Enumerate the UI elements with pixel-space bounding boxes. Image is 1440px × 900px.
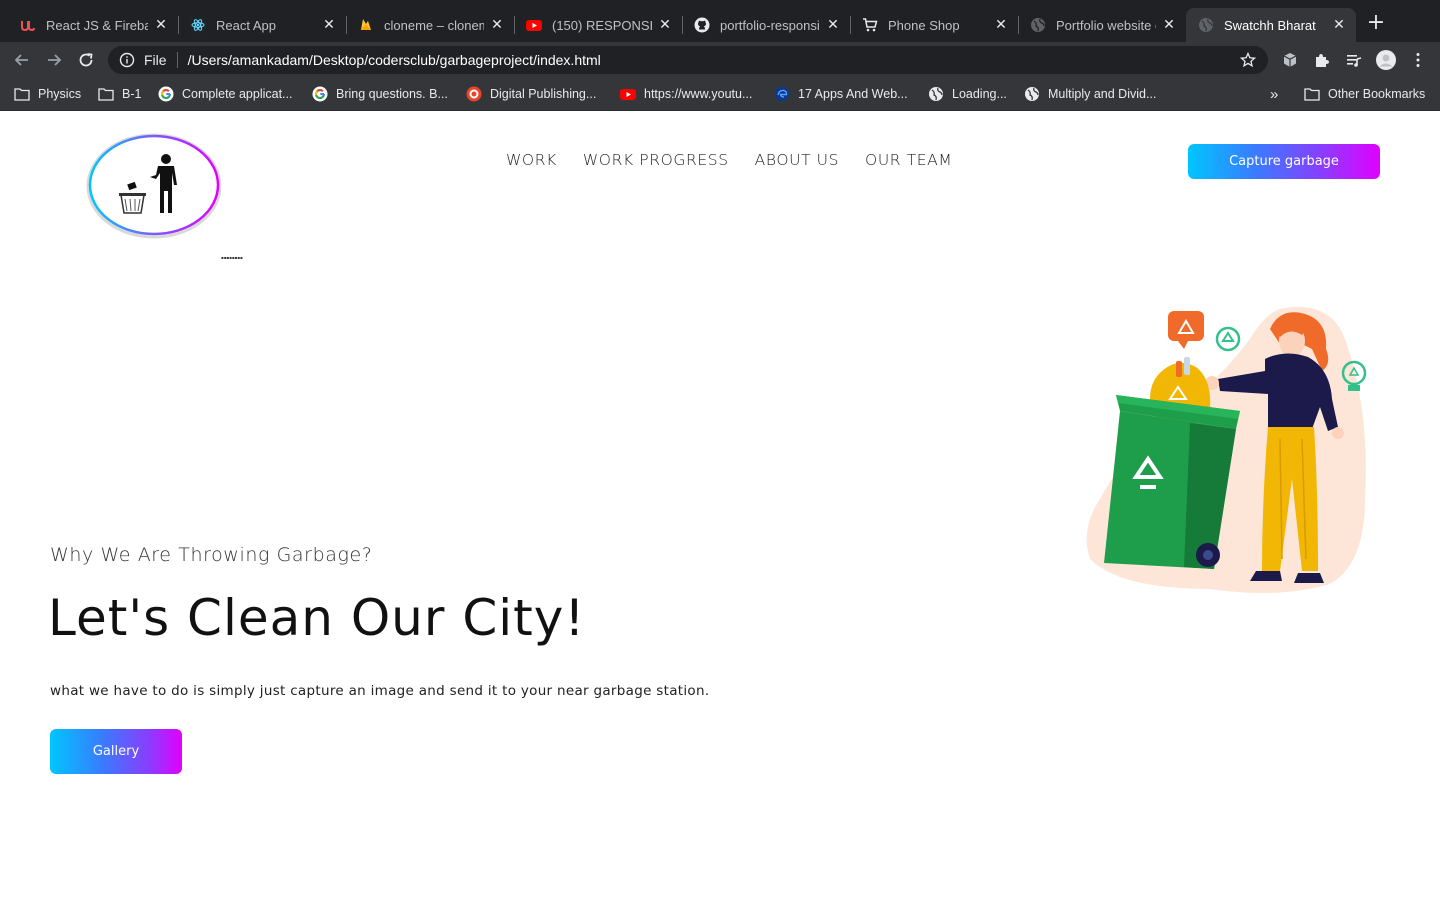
capture-garbage-button[interactable]: Capture garbage (1188, 144, 1380, 179)
bookmark-17-apps[interactable]: 17 Apps And Web... (774, 84, 908, 104)
tab-title: portfolio-responsi (720, 17, 820, 33)
site-logo[interactable] (86, 133, 226, 239)
star-icon[interactable] (1238, 50, 1258, 70)
bookmark-label: 17 Apps And Web... (798, 87, 908, 101)
gallery-button[interactable]: Gallery (50, 729, 182, 774)
bookmark-multiply-divide[interactable]: Multiply and Divid... (1024, 84, 1156, 104)
github-icon (694, 17, 710, 33)
globe-icon (1024, 86, 1040, 102)
tab-title: Swatchh Bharat (1224, 17, 1316, 33)
globe-icon (928, 86, 944, 102)
arrow-right-icon (48, 54, 62, 66)
firebase-icon (358, 17, 374, 33)
bookmark-complete-application[interactable]: Complete applicat... (158, 84, 292, 104)
tab-title: (150) RESPONSIVE (552, 17, 652, 33)
tab-react-app[interactable]: React App ✕ (178, 8, 346, 42)
recycling-illustration (1086, 307, 1367, 593)
bookmark-label: B-1 (122, 87, 142, 101)
media-queue-icon[interactable] (1344, 50, 1364, 70)
tab-swatchh-bharat[interactable]: Swatchh Bharat ✕ (1186, 8, 1356, 42)
folder-icon (98, 86, 114, 102)
tab-cloneme[interactable]: cloneme – clonem ✕ (346, 8, 514, 42)
nav-about-us[interactable]: ABOUT US (755, 151, 839, 169)
close-icon[interactable]: ✕ (658, 18, 672, 32)
google-icon (158, 86, 174, 102)
url-divider (176, 52, 178, 68)
bookmark-physics[interactable]: Physics (14, 84, 81, 104)
tab-title: Portfolio website c (1056, 17, 1156, 33)
tab-strip: React JS & Firebas ✕ React App ✕ cloneme… (0, 0, 1440, 42)
tab-title: React App (216, 17, 276, 33)
cart-icon (862, 17, 878, 33)
other-bookmarks-label: Other Bookmarks (1328, 87, 1426, 101)
other-bookmarks[interactable]: Other Bookmarks (1304, 84, 1425, 104)
close-icon[interactable]: ✕ (994, 18, 1008, 32)
folder-icon (14, 86, 30, 102)
bookmark-label: Digital Publishing... (490, 87, 597, 101)
react-icon (190, 17, 206, 33)
close-icon[interactable]: ✕ (322, 18, 336, 32)
hero-subtitle: Why We Are Throwing Garbage? (50, 544, 373, 566)
youtube-icon (620, 86, 636, 102)
bookmark-youtube[interactable]: https://www.youtu... (620, 84, 752, 104)
bookmark-label: Physics (38, 87, 82, 101)
hero-title: Let's Clean Our City! (48, 589, 586, 647)
new-tab-button[interactable]: + (1364, 12, 1388, 36)
close-icon[interactable]: ✕ (490, 18, 504, 32)
info-icon[interactable] (118, 51, 136, 69)
bookmark-loading[interactable]: Loading... (928, 84, 1007, 104)
reload-button[interactable] (74, 48, 98, 72)
tab-portfolio-website[interactable]: Portfolio website c ✕ (1018, 8, 1186, 42)
web-page: ▪▪▪▪▪▪▪▪ WORK WORK PROGRESS ABOUT US OUR… (0, 111, 1440, 900)
youtube-icon (526, 17, 542, 33)
url-text[interactable]: /Users/amankadam/Desktop/codersclub/garb… (188, 52, 1238, 68)
address-bar[interactable]: File /Users/amankadam/Desktop/codersclub… (108, 46, 1268, 74)
reload-icon (79, 53, 93, 67)
close-icon[interactable]: ✕ (1162, 18, 1176, 32)
google-icon (312, 86, 328, 102)
tab-title: React JS & Firebas (46, 17, 148, 33)
bookmark-bring-questions[interactable]: Bring questions. B... (312, 84, 448, 104)
target-icon (466, 86, 482, 102)
url-scheme-label: File (144, 52, 167, 68)
puzzle-icon[interactable] (1312, 50, 1332, 70)
tab-youtube[interactable]: (150) RESPONSIVE ✕ (514, 8, 682, 42)
close-icon[interactable]: ✕ (826, 18, 840, 32)
bookmark-label: Loading... (952, 87, 1007, 101)
avatar[interactable] (1376, 50, 1396, 70)
bookmark-label: https://www.youtu... (644, 87, 753, 101)
recycle-bubble-icon (1168, 311, 1204, 341)
back-button[interactable] (10, 48, 34, 72)
more-menu-icon[interactable] (1408, 50, 1428, 70)
bookmark-b1[interactable]: B-1 (98, 84, 141, 104)
tab-phone-shop[interactable]: Phone Shop ✕ (850, 8, 1018, 42)
extension-cube-icon[interactable] (1280, 50, 1300, 70)
bookmark-digital-publishing[interactable]: Digital Publishing... (466, 84, 596, 104)
arrow-left-icon (14, 54, 28, 66)
browser-toolbar: File /Users/amankadam/Desktop/codersclub… (0, 42, 1440, 78)
hero-description: what we have to do is simply just captur… (50, 683, 710, 699)
close-icon[interactable]: ✕ (154, 18, 168, 32)
main-nav: WORK WORK PROGRESS ABOUT US OUR TEAM (506, 151, 952, 169)
forward-button[interactable] (42, 48, 66, 72)
tab-react-firebase[interactable]: React JS & Firebas ✕ (8, 8, 178, 42)
udemy-icon (20, 17, 36, 33)
bookmarks-overflow-button[interactable]: » (1270, 84, 1278, 104)
folder-icon (1304, 86, 1320, 102)
tab-title: cloneme – clonem (384, 17, 484, 33)
close-icon[interactable]: ✕ (1332, 18, 1346, 32)
globe-icon (1030, 17, 1046, 33)
tab-title: Phone Shop (888, 17, 960, 33)
edge-icon (774, 86, 790, 102)
bookmark-label: Complete applicat... (182, 87, 293, 101)
nav-our-team[interactable]: OUR TEAM (865, 151, 952, 169)
tab-github[interactable]: portfolio-responsi ✕ (682, 8, 850, 42)
nav-work[interactable]: WORK (506, 151, 557, 169)
globe-icon (1198, 17, 1214, 33)
bookmark-label: Bring questions. B... (336, 87, 448, 101)
logo-caption: ▪▪▪▪▪▪▪▪ (221, 255, 243, 260)
bookmark-label: Multiply and Divid... (1048, 87, 1157, 101)
bookmarks-bar: Physics B-1 Complete applicat... Bring q… (0, 78, 1440, 111)
nav-work-progress[interactable]: WORK PROGRESS (583, 151, 729, 169)
